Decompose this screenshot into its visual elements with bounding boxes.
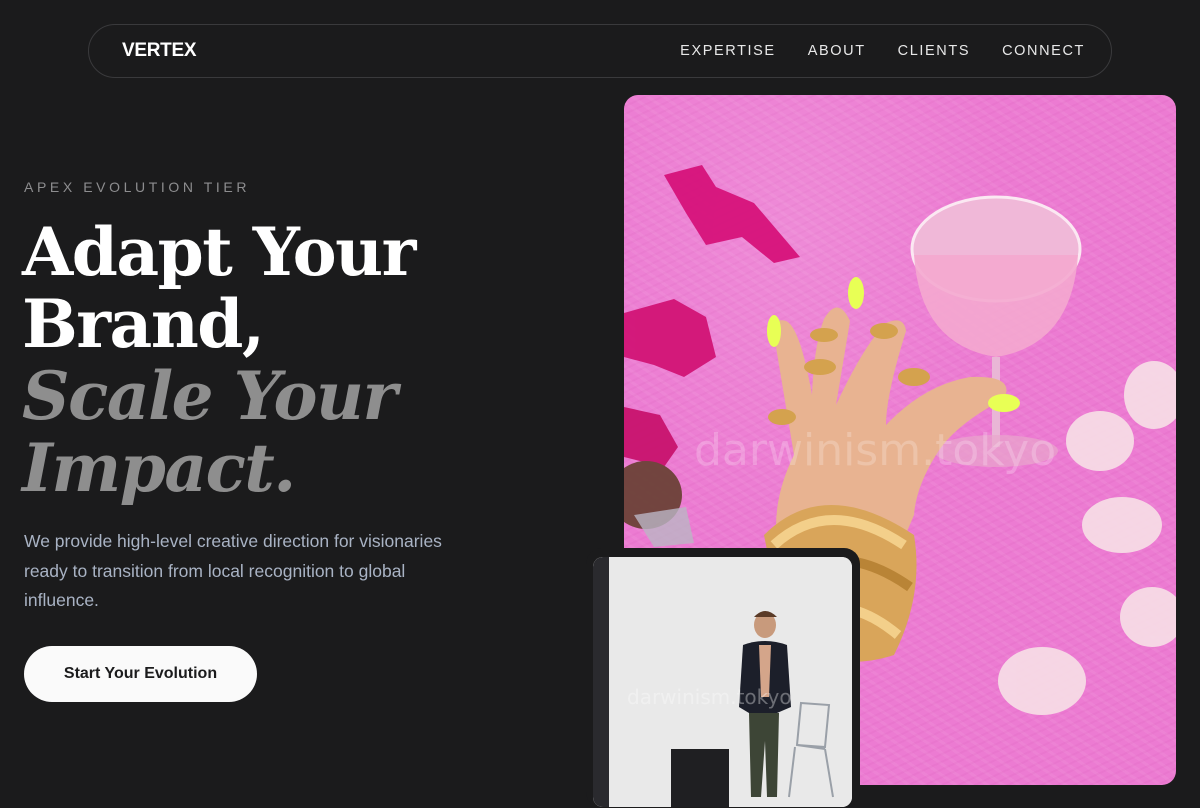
nav-link-clients[interactable]: CLIENTS [898,43,970,59]
hero-description: We provide high-level creative direction… [24,531,442,610]
headline-line-3: Scale Your [22,357,397,435]
headline-line-1: Adapt Your [22,213,416,291]
hero-headline: Adapt Your Brand, Scale Your Impact. [22,213,416,507]
nav-link-about[interactable]: ABOUT [808,43,866,59]
hero-eyebrow: APEX EVOLUTION TIER [24,179,251,195]
nav-links: EXPERTISE ABOUT CLIENTS CONNECT [680,43,1085,59]
headline-line-2: Brand, [22,285,265,363]
photo-watermark: darwinism.tokyo [694,425,1057,476]
model-photo: darwinism.tokyo [593,557,852,807]
nav-link-expertise[interactable]: EXPERTISE [680,43,776,59]
headline-line-4: Impact. [22,429,296,507]
nav-link-connect[interactable]: CONNECT [1002,43,1085,59]
rose-petals [998,361,1176,715]
model-studio-illustration [593,557,852,807]
start-evolution-button[interactable]: Start Your Evolution [24,646,257,702]
top-navigation: VERTEX EXPERTISE ABOUT CLIENTS CONNECT [88,24,1112,78]
brand-logo[interactable]: VERTEX [122,40,197,62]
candy-wrappers [624,165,800,547]
photo-watermark-small: darwinism.tokyo [627,685,792,709]
